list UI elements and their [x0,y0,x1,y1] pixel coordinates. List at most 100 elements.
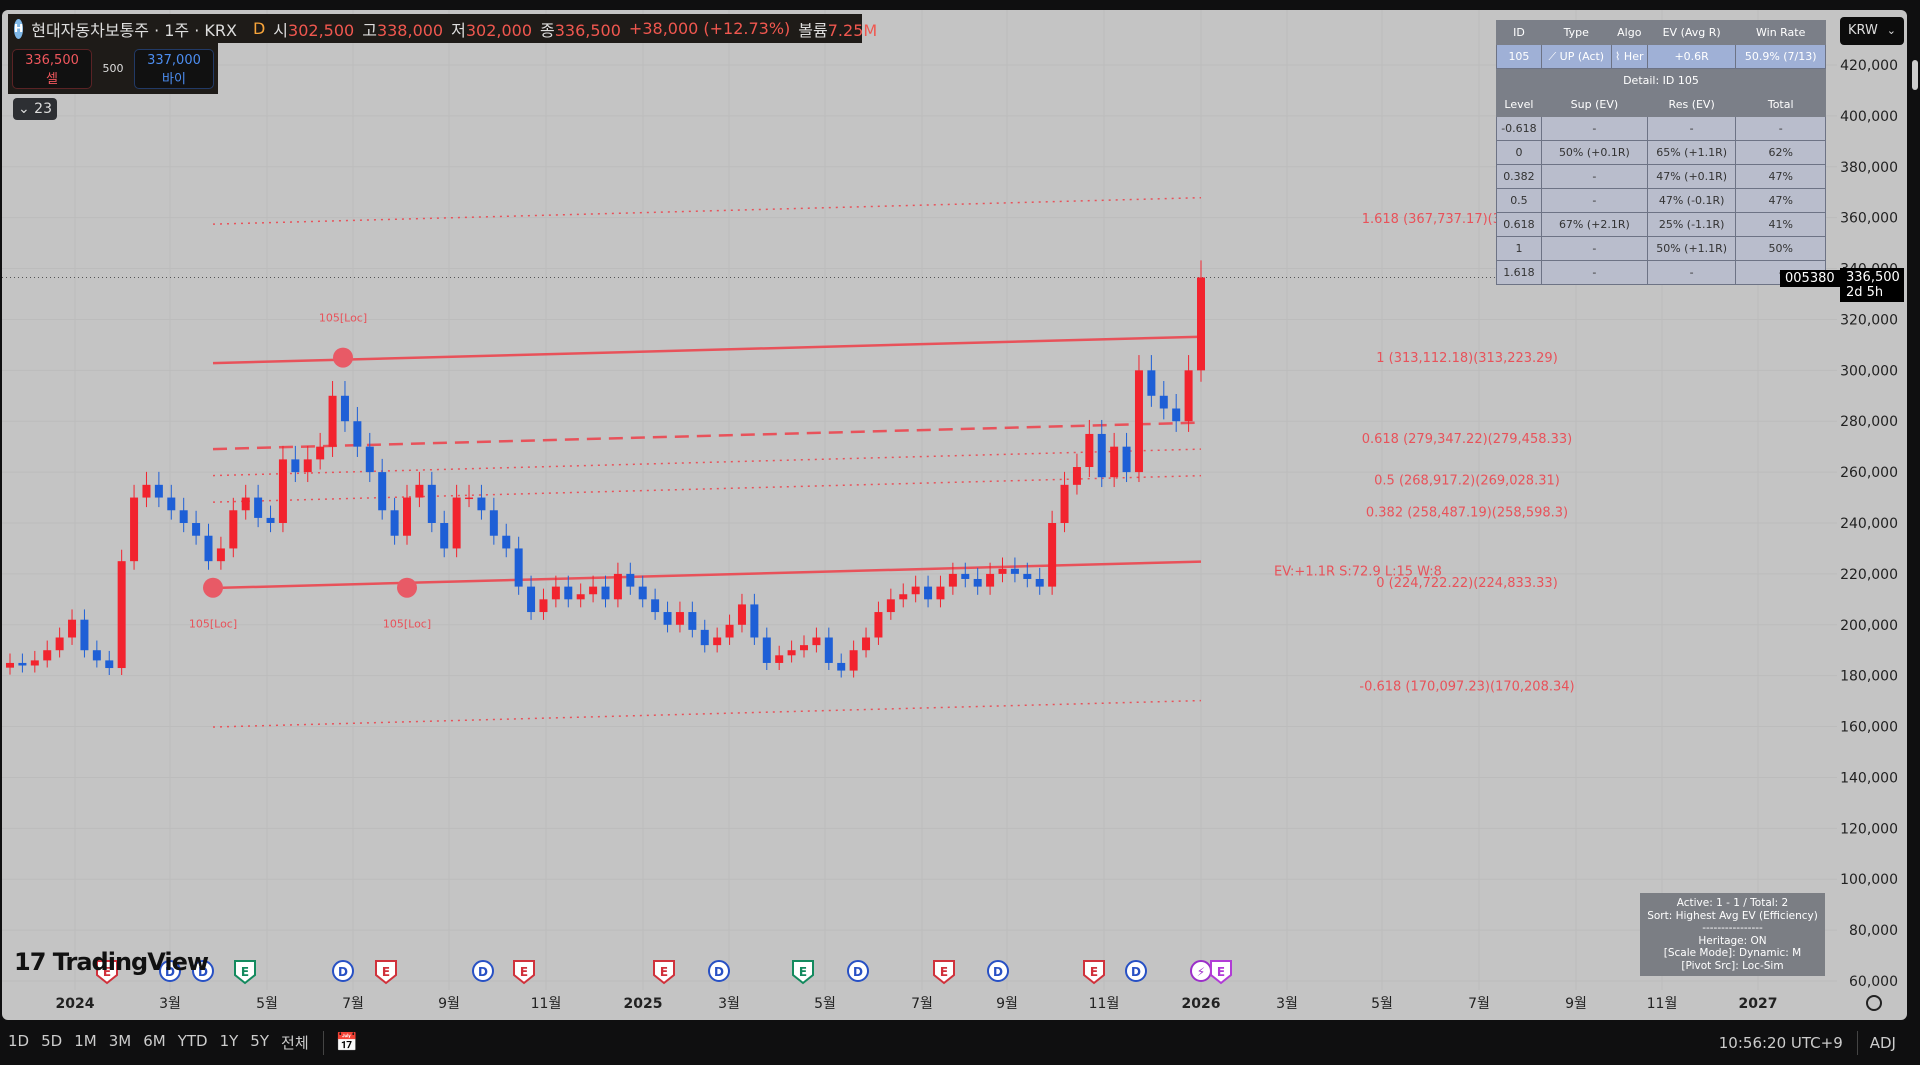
clock[interactable]: 10:56:20 UTC+9 [1719,1034,1843,1052]
th-algo: Algo [1610,20,1648,45]
sell-price: 336,500 [25,52,79,68]
range-button[interactable]: 6M [143,1032,166,1053]
fib-level-line [212,335,1202,365]
event-letter: D [338,965,348,979]
y-tick-label: 360,000 [1840,211,1898,227]
dividend-icon: D [472,960,494,982]
range-button[interactable]: 1Y [220,1032,239,1053]
detail-cell: 67% (+2.1R) [1540,212,1648,237]
candle-body [837,662,846,671]
candle-body [1147,370,1156,396]
symbol-title[interactable]: 현대자동차보통주 · 1주 · KRX [31,17,237,41]
y-tick-label: 160,000 [1840,720,1898,736]
candle-body [489,510,498,536]
event-letter: E [799,965,807,979]
candle-body [216,548,225,562]
settings-icon [1866,995,1882,1011]
pivot-label: 105[Loc] [319,312,367,325]
x-tick-label: 11월 [531,996,562,1012]
candle-body [1134,370,1143,473]
candle-body [812,637,821,646]
candle-body [613,573,622,600]
detail-cell: - [1646,116,1737,141]
range-button[interactable]: 5D [41,1032,62,1053]
candle-body [291,459,300,473]
goto-date-icon[interactable]: 📅 [336,1032,358,1053]
last-price: 336,500 [1846,270,1900,285]
candle-body [229,510,238,549]
tradingview-logo[interactable]: 𝟭𝟳 TradingView [14,948,209,976]
detail-cell: - [1540,188,1648,213]
candle-body [589,586,598,595]
candle-body [1085,433,1094,468]
candle-body [762,637,771,663]
th-type: Type [1540,20,1612,45]
candle-body [924,586,933,600]
candle-body [6,662,14,668]
trend-up-icon: ⟋ [1548,49,1560,63]
fib-level-label: 0.382 (258,487.19)(258,598.3) [1366,505,1568,520]
buy-button[interactable]: 337,000 바이 [134,48,214,89]
candle-body [750,604,759,638]
page-scrollbar[interactable] [1910,0,1920,1065]
detail-cell: 65% (+1.1R) [1646,140,1737,165]
candle-body [663,612,672,625]
candle-body [266,517,275,523]
open-value: 302,500 [288,20,355,40]
pivot-marker [203,577,223,598]
event-letter: E [241,965,249,979]
range-button[interactable]: 1M [74,1032,97,1053]
y-tick-label: 180,000 [1840,669,1898,685]
candle-body [874,612,883,638]
candle-body [154,484,163,498]
detail-cell: 50% (+0.1R) [1540,140,1648,165]
candle-body [1197,277,1205,371]
x-tick-label: 2024 [56,996,95,1012]
detail-cell: - [1540,260,1648,285]
range-button[interactable]: 전체 [281,1032,309,1053]
candle-body [452,497,461,549]
low-label: 저 [451,20,466,40]
candle-body [601,586,610,600]
candle-body [800,645,808,651]
candle-body [1060,484,1069,523]
candle-body [886,599,895,613]
candle-body [403,497,411,536]
candle-body [204,535,213,562]
pivot-marker [397,577,417,598]
detail-cell: - [1540,164,1648,189]
candle-body [18,662,27,666]
adj-toggle[interactable]: ADJ [1870,1034,1896,1052]
candle-body [254,497,263,518]
candle-body [539,599,548,613]
sell-button[interactable]: 336,500 셀 [12,48,92,89]
earnings-icon: E [933,960,955,985]
detail-cell: - [1540,116,1648,141]
x-tick-label: 9월 [438,996,460,1012]
th-ev: EV (Avg R) [1646,20,1737,45]
indicators-toggle[interactable]: ⌄ 23 [13,98,57,120]
symbol-header[interactable]: H 현대자동차보통주 · 1주 · KRX D 시302,500 고338,00… [8,14,877,43]
y-tick-label: 120,000 [1840,821,1898,837]
candle-body [849,650,858,671]
candle-body [899,594,908,600]
earnings-icon: E [375,960,397,985]
detail-row: 1.618--- [1496,260,1826,285]
info-line: Sort: Highest Avg EV (Efficiency) [1647,909,1818,922]
candle-body [862,637,871,651]
candle-body [564,586,573,600]
detail-cell: 1.618 [1496,260,1542,285]
scrollbar-thumb[interactable] [1912,60,1918,90]
chevron-down-icon: ⌄ [17,101,35,117]
detail-cell: 0.618 [1496,212,1542,237]
change-value: +38,000 (+12.73%) [628,19,791,38]
range-button[interactable]: YTD [178,1032,208,1053]
detail-cell: - [1540,236,1648,261]
range-button[interactable]: 5Y [250,1032,269,1053]
currency-select[interactable]: KRW ⌄ [1840,17,1904,45]
range-button[interactable]: 1D [8,1032,29,1053]
candle-body [688,612,697,630]
candle-body [167,497,176,511]
range-button[interactable]: 3M [109,1032,132,1053]
candle-body [55,637,64,651]
